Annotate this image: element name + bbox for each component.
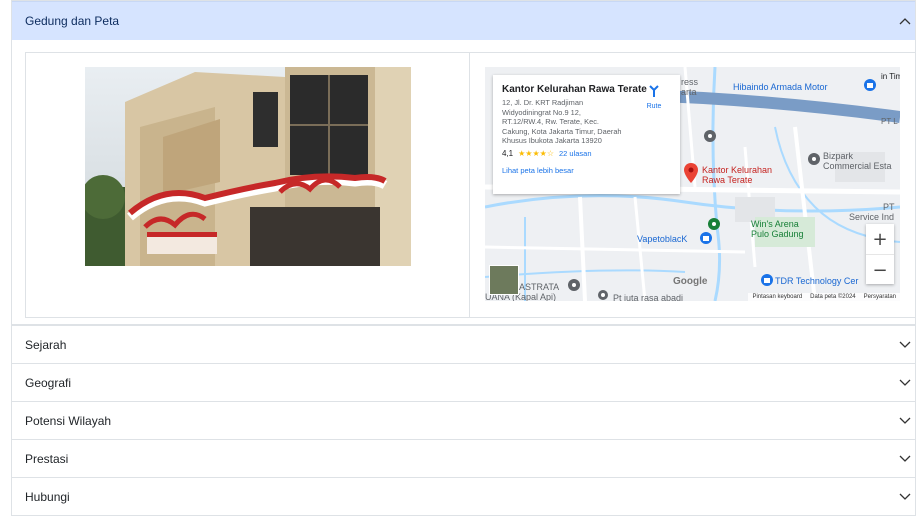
map-label-tdr[interactable]: TDR Technology Cer	[775, 276, 858, 286]
accordion-header-prestasi[interactable]: Prestasi	[12, 440, 915, 477]
zoom-controls: + −	[866, 224, 894, 284]
route-label: Rute	[646, 103, 662, 110]
larger-map-link[interactable]: Lihat peta lebih besar	[502, 166, 671, 175]
accordion-body-gedung: Kantor Kelurahan Rawa Terate 12, Jl. Dr.…	[12, 40, 916, 325]
section-title: Gedung dan Peta	[25, 14, 120, 28]
section-potensi-wilayah: Potensi Wilayah	[11, 402, 916, 440]
park-marker-icon	[708, 218, 720, 230]
map-label-int: in Tim	[881, 72, 900, 81]
map-label-ress: ress	[681, 77, 699, 87]
route-button[interactable]: Rute	[637, 84, 671, 110]
accordion: Gedung dan Peta Kantor Kelurahan Rawa Te…	[11, 0, 916, 516]
map-label-service: Service Ind	[849, 212, 895, 222]
chevron-down-icon	[897, 337, 913, 353]
shop-marker-icon	[761, 274, 773, 286]
shop-marker-icon	[700, 232, 712, 244]
map-label-pt: PT	[883, 202, 895, 212]
directions-icon	[649, 85, 659, 97]
map-label-bizpark-1: Bizpark	[823, 151, 854, 161]
place-rating: 4,1 ★★★★☆ 22 ulasan	[502, 149, 671, 158]
shop-marker-icon	[864, 79, 876, 91]
zoom-in-button[interactable]: +	[866, 224, 894, 255]
rating-value: 4,1	[502, 148, 514, 158]
chevron-up-icon	[897, 13, 913, 29]
map-label-winsarena-1[interactable]: Win's Arena	[751, 219, 799, 229]
reviews-link[interactable]: 22 ulasan	[559, 149, 592, 158]
chevron-down-icon	[897, 489, 913, 505]
map-label-bizpark-2: Commercial Esta	[823, 161, 892, 171]
place-marker-icon	[704, 130, 716, 142]
map-label-winsarena-2[interactable]: Pulo Gadung	[751, 229, 804, 239]
google-logo: Google	[673, 276, 708, 287]
section-title: Hubungi	[25, 489, 70, 504]
section-title: Prestasi	[25, 451, 69, 466]
map-label-hibaindo[interactable]: Hibaindo Armada Motor	[733, 82, 828, 92]
chevron-down-icon	[897, 451, 913, 467]
accordion-header-geografi[interactable]: Geografi	[12, 364, 915, 401]
place-address: 12, Jl. Dr. KRT Radjiman Widyodiningrat …	[502, 98, 622, 145]
keyboard-shortcuts-link[interactable]: Pintasan keyboard	[752, 294, 802, 300]
photo-cell	[26, 53, 470, 317]
section-prestasi: Prestasi	[11, 440, 916, 478]
chevron-down-icon	[897, 375, 913, 391]
map-label-arta: arta	[681, 87, 697, 97]
section-sejarah: Sejarah	[11, 326, 916, 364]
embedded-map[interactable]: Kantor Kelurahan Rawa Terate 12, Jl. Dr.…	[485, 67, 900, 301]
accordion-header-gedung[interactable]: Gedung dan Peta	[12, 1, 915, 40]
place-marker-icon	[568, 279, 580, 291]
media-table: Kantor Kelurahan Rawa Terate 12, Jl. Dr.…	[25, 52, 916, 318]
section-title: Geografi	[25, 375, 72, 390]
map-cell: Kantor Kelurahan Rawa Terate 12, Jl. Dr.…	[470, 53, 915, 317]
terms-link[interactable]: Persyaratan	[864, 294, 896, 300]
section-title: Potensi Wilayah	[25, 413, 112, 428]
accordion-header-hubungi[interactable]: Hubungi	[12, 478, 915, 515]
section-gedung-dan-peta: Gedung dan Peta Kantor Kelurahan Rawa Te…	[11, 0, 916, 326]
map-label-vapetoblack[interactable]: VapetoblacK	[637, 234, 687, 244]
map-label-kantor-1[interactable]: Kantor Kelurahan	[702, 165, 772, 175]
section-geografi: Geografi	[11, 364, 916, 402]
location-pin-icon[interactable]	[684, 163, 698, 183]
chevron-down-icon	[897, 413, 913, 429]
map-footer: Pintasan keyboard Data peta ©2024 Persya…	[485, 291, 900, 301]
place-marker-icon	[808, 153, 820, 165]
rating-stars-icon: ★★★★☆	[518, 148, 554, 158]
section-title: Sejarah	[25, 337, 67, 352]
map-label-ptl: PT L	[881, 117, 898, 126]
map-data-credit: Data peta ©2024	[810, 294, 856, 300]
section-hubungi: Hubungi	[11, 478, 916, 516]
map-label-kantor-2[interactable]: Rawa Terate	[702, 175, 752, 185]
zoom-out-button[interactable]: −	[866, 255, 894, 285]
accordion-header-potensi[interactable]: Potensi Wilayah	[12, 402, 915, 439]
place-card: Kantor Kelurahan Rawa Terate 12, Jl. Dr.…	[493, 75, 680, 194]
building-photo	[85, 67, 411, 266]
accordion-header-sejarah[interactable]: Sejarah	[12, 326, 915, 363]
